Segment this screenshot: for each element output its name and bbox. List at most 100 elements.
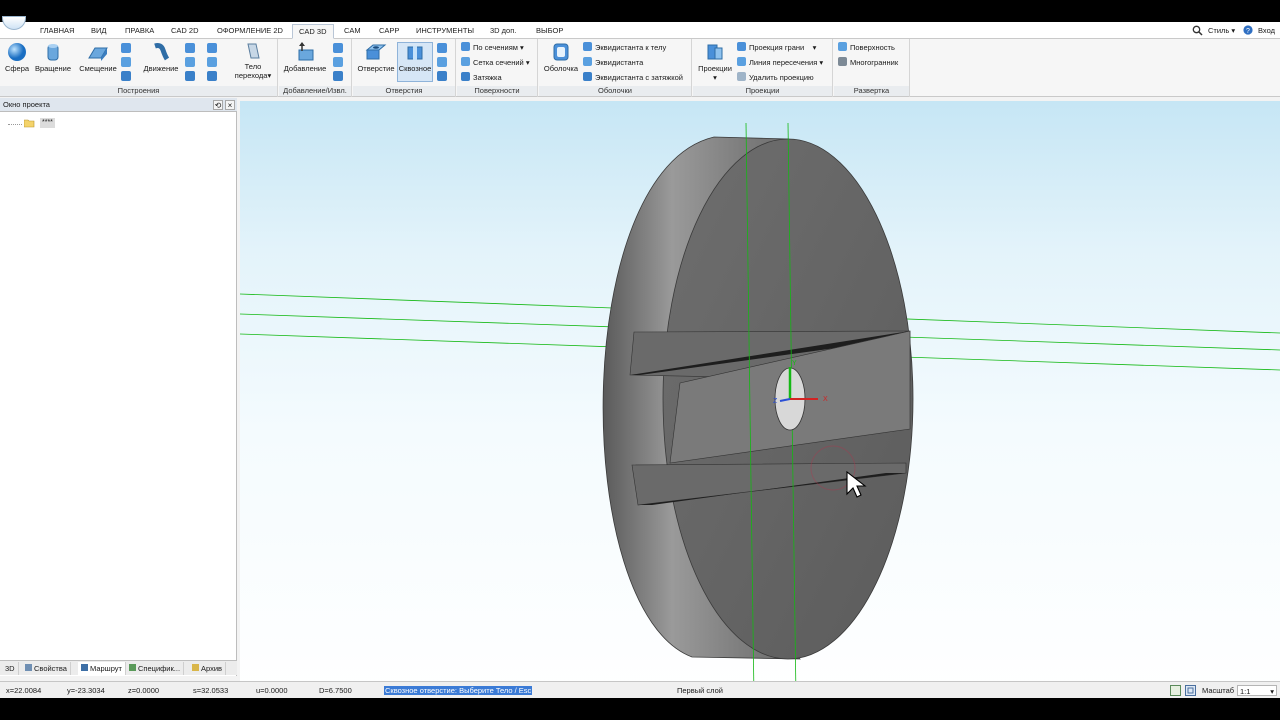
- intersection-line-label: Линия пересечения: [749, 58, 818, 67]
- cut-icon[interactable]: [333, 57, 343, 67]
- extrude-icon[interactable]: [207, 43, 217, 53]
- ribbon: Сфера Вращение Смещение Движение Тело пе…: [0, 39, 1280, 97]
- hole-button[interactable]: Отверстие: [356, 42, 396, 82]
- status-hint-text: Сквозное отверстие: Выберите Тело / Esc: [384, 686, 533, 695]
- hole-option-1-icon[interactable]: [437, 43, 447, 53]
- face-projection-label: Проекция грани: [749, 43, 805, 52]
- helix-icon[interactable]: [121, 71, 131, 81]
- group-projections: Проекции ▾ Проекция грани ▾ Линия пересеч…: [693, 39, 833, 97]
- scale-select[interactable]: 1:1 ▾: [1237, 685, 1277, 696]
- tab-route[interactable]: Маршрут: [78, 662, 126, 675]
- face-projection-button[interactable]: Проекция грани ▾: [737, 41, 816, 55]
- group-add-label: Добавление/Извл.: [279, 86, 351, 96]
- tab-select[interactable]: ВЫБОР: [530, 24, 569, 39]
- by-sections-button[interactable]: По сечениям ▾: [461, 41, 524, 55]
- tab-drafting-2d[interactable]: ОФОРМЛЕНИЕ 2D: [211, 24, 289, 39]
- motion-label: Движение: [143, 64, 179, 73]
- shell-button[interactable]: Оболочка: [542, 42, 580, 82]
- tab-archive[interactable]: Архив: [189, 662, 227, 675]
- app-menu-logo[interactable]: [2, 16, 26, 30]
- polyhedron-button[interactable]: Многогранник: [838, 56, 898, 70]
- tightening-icon: [461, 72, 470, 81]
- equidistant-tight-button[interactable]: Эквидистанта с затяжкой: [583, 71, 683, 85]
- motion-button[interactable]: Движение: [141, 42, 181, 82]
- tab-edit[interactable]: ПРАВКА: [119, 24, 160, 39]
- search-icon[interactable]: [1192, 25, 1203, 36]
- projections-button[interactable]: Проекции ▾: [696, 42, 734, 82]
- status-x: x=22.0084: [6, 686, 42, 695]
- tightening-button[interactable]: Затяжка: [461, 71, 502, 85]
- chevron-down-icon: ▾: [1270, 687, 1274, 696]
- chain-icon[interactable]: [207, 57, 217, 67]
- application-window: ГЛАВНАЯ ВИД ПРАВКА CAD 2D ОФОРМЛЕНИЕ 2D …: [0, 16, 1280, 698]
- tab-specification[interactable]: Специфик...: [126, 662, 185, 675]
- tab-cam[interactable]: CAM: [338, 24, 367, 39]
- group-unfold-label: Развертка: [834, 86, 909, 96]
- folder-icon[interactable]: [24, 119, 35, 128]
- addition-icon: [298, 42, 314, 61]
- menu-tabstrip: ГЛАВНАЯ ВИД ПРАВКА CAD 2D ОФОРМЛЕНИЕ 2D …: [0, 16, 1280, 39]
- pipe-icon[interactable]: [185, 43, 195, 53]
- loft-icon[interactable]: [121, 57, 131, 67]
- through-hole-button[interactable]: Сквозное: [397, 42, 433, 82]
- sphere-label: Сфера: [4, 64, 30, 73]
- screen-top-border: [0, 0, 1280, 22]
- extract-icon[interactable]: [333, 43, 343, 53]
- status-layer[interactable]: Первый слой: [677, 685, 723, 696]
- tab-properties[interactable]: Свойства: [22, 662, 71, 675]
- close-icon[interactable]: ×: [225, 100, 235, 110]
- status-bar: x=22.0084 y=-23.3034 z=0.0000 s=32.0533 …: [0, 681, 1280, 698]
- equidistant-body-button[interactable]: Эквидистанта к телу: [583, 41, 666, 55]
- route-icon: [81, 664, 88, 671]
- hole-option-3-icon[interactable]: [437, 71, 447, 81]
- tab-tools[interactable]: ИНСТРУМЕНТЫ: [410, 24, 480, 39]
- group-holes-label: Отверстия: [353, 86, 455, 96]
- sweep-icon[interactable]: [121, 43, 131, 53]
- tab-capp[interactable]: CAPP: [373, 24, 405, 39]
- spring-icon[interactable]: [185, 57, 195, 67]
- offset-button[interactable]: Смещение: [79, 42, 117, 82]
- surface-icon: [838, 42, 847, 51]
- tab-cad3d[interactable]: CAD 3D: [292, 24, 334, 39]
- revolve-icon[interactable]: [207, 71, 217, 81]
- login-button[interactable]: Вход: [1258, 24, 1275, 37]
- intersection-line-button[interactable]: Линия пересечения ▾: [737, 56, 823, 70]
- tree-item-label[interactable]: ****: [40, 118, 55, 128]
- tree-connector: [8, 124, 22, 125]
- equidistant-button[interactable]: Эквидистанта: [583, 56, 643, 70]
- tab-main[interactable]: ГЛАВНАЯ: [34, 24, 80, 39]
- sphere-button[interactable]: Сфера: [3, 42, 31, 82]
- snap-toggle-icon[interactable]: [1185, 685, 1196, 696]
- surface-button[interactable]: Поверхность: [838, 41, 895, 55]
- thread-icon[interactable]: [185, 71, 195, 81]
- offset-icon: [88, 47, 108, 61]
- intersect-icon[interactable]: [333, 71, 343, 81]
- 3d-scene[interactable]: X Y Z: [240, 101, 1280, 698]
- tab-view[interactable]: ВИД: [85, 24, 112, 39]
- scale-value: 1:1: [1240, 687, 1251, 696]
- offset-label: Смещение: [79, 64, 117, 73]
- pin-icon[interactable]: ⟲: [213, 100, 223, 110]
- delete-projection-button[interactable]: Удалить проекцию: [737, 71, 814, 85]
- screen-bottom-border: [0, 698, 1280, 720]
- tab-3d[interactable]: 3D: [2, 662, 19, 675]
- style-menu[interactable]: Стиль ▾: [1208, 24, 1235, 37]
- rotation-button[interactable]: Вращение: [33, 42, 73, 82]
- equidistant-label: Эквидистанта: [595, 58, 644, 67]
- section-grid-button[interactable]: Сетка сечений ▾: [461, 56, 530, 70]
- help-icon[interactable]: ?: [1243, 25, 1253, 35]
- group-add: Добавление Добавление/Извл.: [279, 39, 352, 97]
- tab-specification-label: Специфик...: [138, 664, 181, 673]
- group-surfaces: По сечениям ▾ Сетка сечений ▾ Затяжка По…: [457, 39, 538, 97]
- addition-button[interactable]: Добавление: [282, 42, 328, 82]
- tab-cad2d[interactable]: CAD 2D: [165, 24, 205, 39]
- 3d-viewport[interactable]: X Y Z: [240, 101, 1280, 698]
- project-panel: Окно проекта ⟲ × ****: [0, 98, 237, 676]
- archive-icon: [192, 664, 199, 671]
- intersection-line-icon: [737, 57, 746, 66]
- through-hole-label: Сквозное: [398, 64, 432, 73]
- hole-option-2-icon[interactable]: [437, 57, 447, 67]
- tab-3d-extra[interactable]: 3D доп.: [484, 24, 522, 39]
- layer-toggle-icon[interactable]: [1170, 685, 1181, 696]
- transition-body-button[interactable]: Тело перехода▾: [232, 42, 274, 82]
